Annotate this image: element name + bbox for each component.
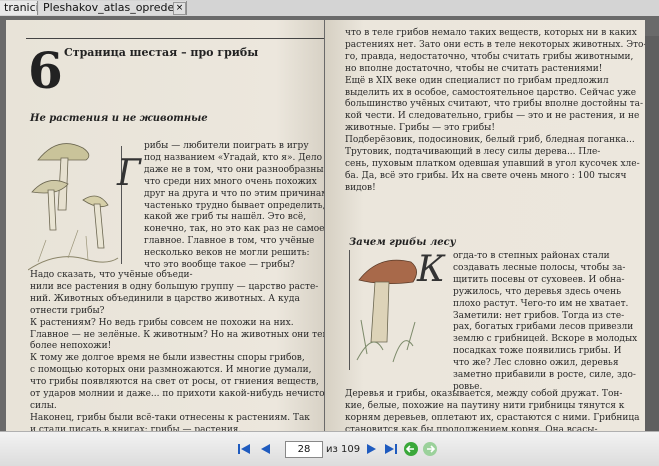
close-icon[interactable]: × xyxy=(173,2,186,15)
text-line: Наконец, грибы были всё-таки отнесены к … xyxy=(30,412,310,423)
scrollbar[interactable] xyxy=(645,36,659,431)
text-line: от ударов молнии и даже... по прихоти ка… xyxy=(30,389,324,400)
text-line: отнести грибы? xyxy=(30,305,105,316)
text-line: заметно прибавили в росте, силе, здо- xyxy=(453,370,636,381)
paragraph-bottom: Деревья и грибы, оказывается, между собо… xyxy=(345,389,641,431)
text-line: нили все растения в одну большую группу … xyxy=(30,281,319,292)
paragraph-mid: огда-то в степных районах стали создавать… xyxy=(453,251,641,394)
text-line: ружилось, что деревья здесь очень xyxy=(453,286,621,297)
paragraph-intro: рибы — любители поиграть в игру под назва… xyxy=(144,141,324,272)
text-line: Подберёзовик, подосиновик, белый гриб, б… xyxy=(345,135,635,146)
text-line: большинство учёных считают, что грибы вп… xyxy=(345,99,644,110)
drop-cap: К xyxy=(417,249,445,290)
section-title: Не растения и не животные xyxy=(30,113,208,124)
text-line: с помощью которых они размножаются. И мн… xyxy=(30,365,312,376)
chapter-rule xyxy=(26,38,324,39)
text-line: конечно, так, но это как раз не самое xyxy=(144,224,324,235)
tab-atlas[interactable]: Pleshakov_atlas_opredelitel xyxy=(39,1,187,15)
tab-label: Pleshakov_atlas_opredelitel xyxy=(43,1,187,14)
prev-page-icon[interactable] xyxy=(257,441,273,457)
text-line: под названием «Угадай, кто я». Дело xyxy=(144,152,322,163)
text-line: что в теле грибов немало таких веществ, … xyxy=(345,28,637,38)
text-line: кой чести. И следовательно, грибы — это … xyxy=(345,111,640,122)
text-line: какой же гриб ты нашёл. Это всё, xyxy=(144,212,307,223)
section-title: Зачем грибы лесу xyxy=(349,237,456,248)
text-line: корням деревьев, оплетают их, срастаются… xyxy=(345,412,640,423)
text-line: растениях нет. Зато они есть в теле неко… xyxy=(345,39,645,50)
back-icon[interactable] xyxy=(403,441,419,457)
text-line: главное. Главное в том, что учёные xyxy=(144,236,315,247)
text-line: Трутовик, подтачивающий в лесу силы дере… xyxy=(345,147,601,158)
chapter-number: 6 xyxy=(28,41,63,100)
navigation-bar: 28 из 109 xyxy=(0,431,659,466)
text-line: рах, богатых грибами лесов привезли xyxy=(453,322,634,333)
tab-bar: tranici Pleshakov_atlas_opredelitel × xyxy=(0,0,659,17)
text-line: Главное — не зелёные. К животным? Но на … xyxy=(30,329,324,340)
text-line: животные. Грибы — это грибы! xyxy=(345,123,495,134)
text-line: ний. Животных объединили в царство живот… xyxy=(30,293,300,304)
text-line: частенько трудно бывает определить, xyxy=(144,200,324,211)
text-line: силы. xyxy=(30,400,57,411)
text-line: землю с грибницей. Вскоре в молодых xyxy=(453,334,638,345)
paragraph-main: Надо сказать, что учёные объеди-нили все… xyxy=(30,270,324,431)
next-page-icon[interactable] xyxy=(364,441,380,457)
forward-icon[interactable] xyxy=(422,441,438,457)
mushroom-illustration xyxy=(356,259,417,363)
text-line: даже не в том, что они разнообразны, xyxy=(144,164,324,175)
tab-pages[interactable]: tranici xyxy=(0,1,38,15)
text-line: несколько веков не могли решить: xyxy=(144,248,310,259)
text-line: Ещё в XIX веке один специалист по грибам… xyxy=(345,75,609,86)
text-line: К растениям? Но ведь грибы совсем не пох… xyxy=(30,317,294,328)
left-page: 6 Страница шестая – про грибы Не растени… xyxy=(6,20,324,431)
text-line: сень, пуховым платком одевшая упавший в … xyxy=(345,158,640,169)
text-line: выделить их в особое, самостоятельное ца… xyxy=(345,87,637,98)
text-line: го, правда, недостаточно, чтобы считать … xyxy=(345,51,634,62)
right-page: что в теле грибов немало таких веществ, … xyxy=(325,20,645,431)
drop-cap: Г xyxy=(117,153,141,194)
text-line: что грибы появляются на свет от росы, от… xyxy=(30,377,319,388)
text-line: рибы — любители поиграть в игру xyxy=(144,141,309,151)
text-line: более непохожи! xyxy=(30,341,112,352)
first-page-icon[interactable] xyxy=(236,441,252,457)
divider xyxy=(349,250,350,370)
text-line: создавать лесные полосы, чтобы за- xyxy=(453,262,626,273)
text-line: К тому же долгое время не были известны … xyxy=(30,353,305,364)
text-line: кие, белые, похожие на паутину нити гриб… xyxy=(345,400,625,411)
text-line: щитить посевы от суховеев. И обна- xyxy=(453,274,625,285)
paragraph-top: что в теле грибов немало таких веществ, … xyxy=(345,28,645,195)
text-line: ба. Да, всё это грибы. Их на свете очень… xyxy=(345,170,627,181)
text-line: что среди них много очень похожих xyxy=(144,176,317,187)
text-line: Надо сказать, что учёные объеди- xyxy=(30,270,193,280)
text-line: плохо растут. Чего-то им не хватает. xyxy=(453,298,629,309)
last-page-icon[interactable] xyxy=(383,441,399,457)
text-line: Заметили: нет грибов. Тогда из сте- xyxy=(453,310,625,321)
text-line: но вполне достаточно, чтобы не считать р… xyxy=(345,63,603,74)
text-line: огда-то в степных районах стали xyxy=(453,251,610,261)
page-count-label: из 109 xyxy=(326,444,361,455)
page-number-input[interactable]: 28 xyxy=(285,441,323,458)
document-viewer: 6 Страница шестая – про грибы Не растени… xyxy=(0,16,659,431)
mushroom-illustration xyxy=(28,143,119,271)
chapter-title: Страница шестая – про грибы xyxy=(64,46,259,59)
text-line: что же? Лес словно ожил, деревья xyxy=(453,358,619,369)
text-line: посадках тоже появились грибы. И xyxy=(453,346,622,357)
text-line: друг на друга и что по этим причинам xyxy=(144,188,324,199)
text-line: Деревья и грибы, оказывается, между собо… xyxy=(345,389,623,399)
tab-label: tranici xyxy=(4,1,38,14)
text-line: видов! xyxy=(345,182,376,193)
